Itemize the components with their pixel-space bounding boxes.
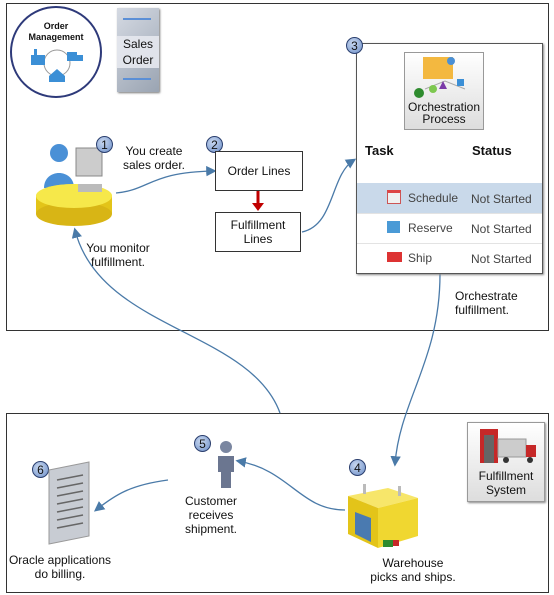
step-4-text: Warehouse picks and ships. — [370, 556, 456, 584]
step-6-text: Oracle applications do billing. — [8, 553, 112, 581]
warehouse-icon — [348, 484, 418, 548]
task-header: Task — [365, 143, 394, 158]
sales-order-label: Sales Order — [117, 36, 159, 68]
task-row-reserve[interactable]: Reserve Not Started — [357, 213, 542, 244]
orchestration-panel: Orchestration Process Task Status Schedu… — [356, 43, 543, 274]
step-5-text: Customer receives shipment. — [184, 494, 238, 536]
sales-order-document: Sales Order — [117, 8, 159, 92]
fulfillment-lines-box: Fulfillment Lines — [215, 212, 301, 252]
orchestrate-text: Orchestrate fulfillment. — [455, 289, 518, 317]
factory-truck-house-icon — [31, 49, 83, 82]
orchestration-process-icon: Orchestration Process — [404, 52, 484, 130]
task-status: Not Started — [471, 222, 532, 236]
step-badge-4: 4 — [349, 459, 366, 476]
monitor-text: You monitor fulfillment. — [86, 241, 150, 269]
orchestration-process-label: Orchestration Process — [407, 100, 481, 126]
fulfillment-system-label: Fulfillment System — [478, 469, 534, 497]
order-management-logo: Order Management — [10, 6, 102, 98]
arrow-customer-to-billing — [93, 479, 169, 512]
order-management-label: Order Management — [28, 21, 84, 42]
status-header: Status — [472, 143, 512, 158]
truck-icon — [387, 252, 402, 262]
calendar-clock-icon — [387, 190, 401, 204]
step-badge-3: 3 — [346, 37, 363, 54]
billing-document-icon — [48, 461, 90, 545]
task-status: Not Started — [471, 192, 532, 206]
step-badge-5: 5 — [194, 435, 211, 452]
arrow-create-to-order-lines — [115, 165, 217, 194]
step-1-text: You create sales order. — [122, 144, 186, 172]
task-row-ship[interactable]: Ship Not Started — [357, 243, 542, 273]
order-lines-box: Order Lines — [215, 151, 303, 191]
task-row-schedule[interactable]: Schedule Not Started — [357, 183, 542, 214]
customer-icon — [218, 441, 234, 488]
arrow-orchestrate-to-warehouse — [390, 273, 441, 467]
task-name: Ship — [408, 251, 433, 265]
box-lock-icon — [387, 221, 400, 233]
arrow-fulfillment-lines-to-orchestration — [301, 158, 357, 233]
task-status: Not Started — [471, 252, 532, 266]
task-name: Reserve — [408, 221, 453, 235]
fulfillment-system-icon: Fulfillment System — [467, 422, 545, 502]
task-name: Schedule — [408, 191, 459, 205]
step-badge-1: 1 — [96, 136, 113, 153]
